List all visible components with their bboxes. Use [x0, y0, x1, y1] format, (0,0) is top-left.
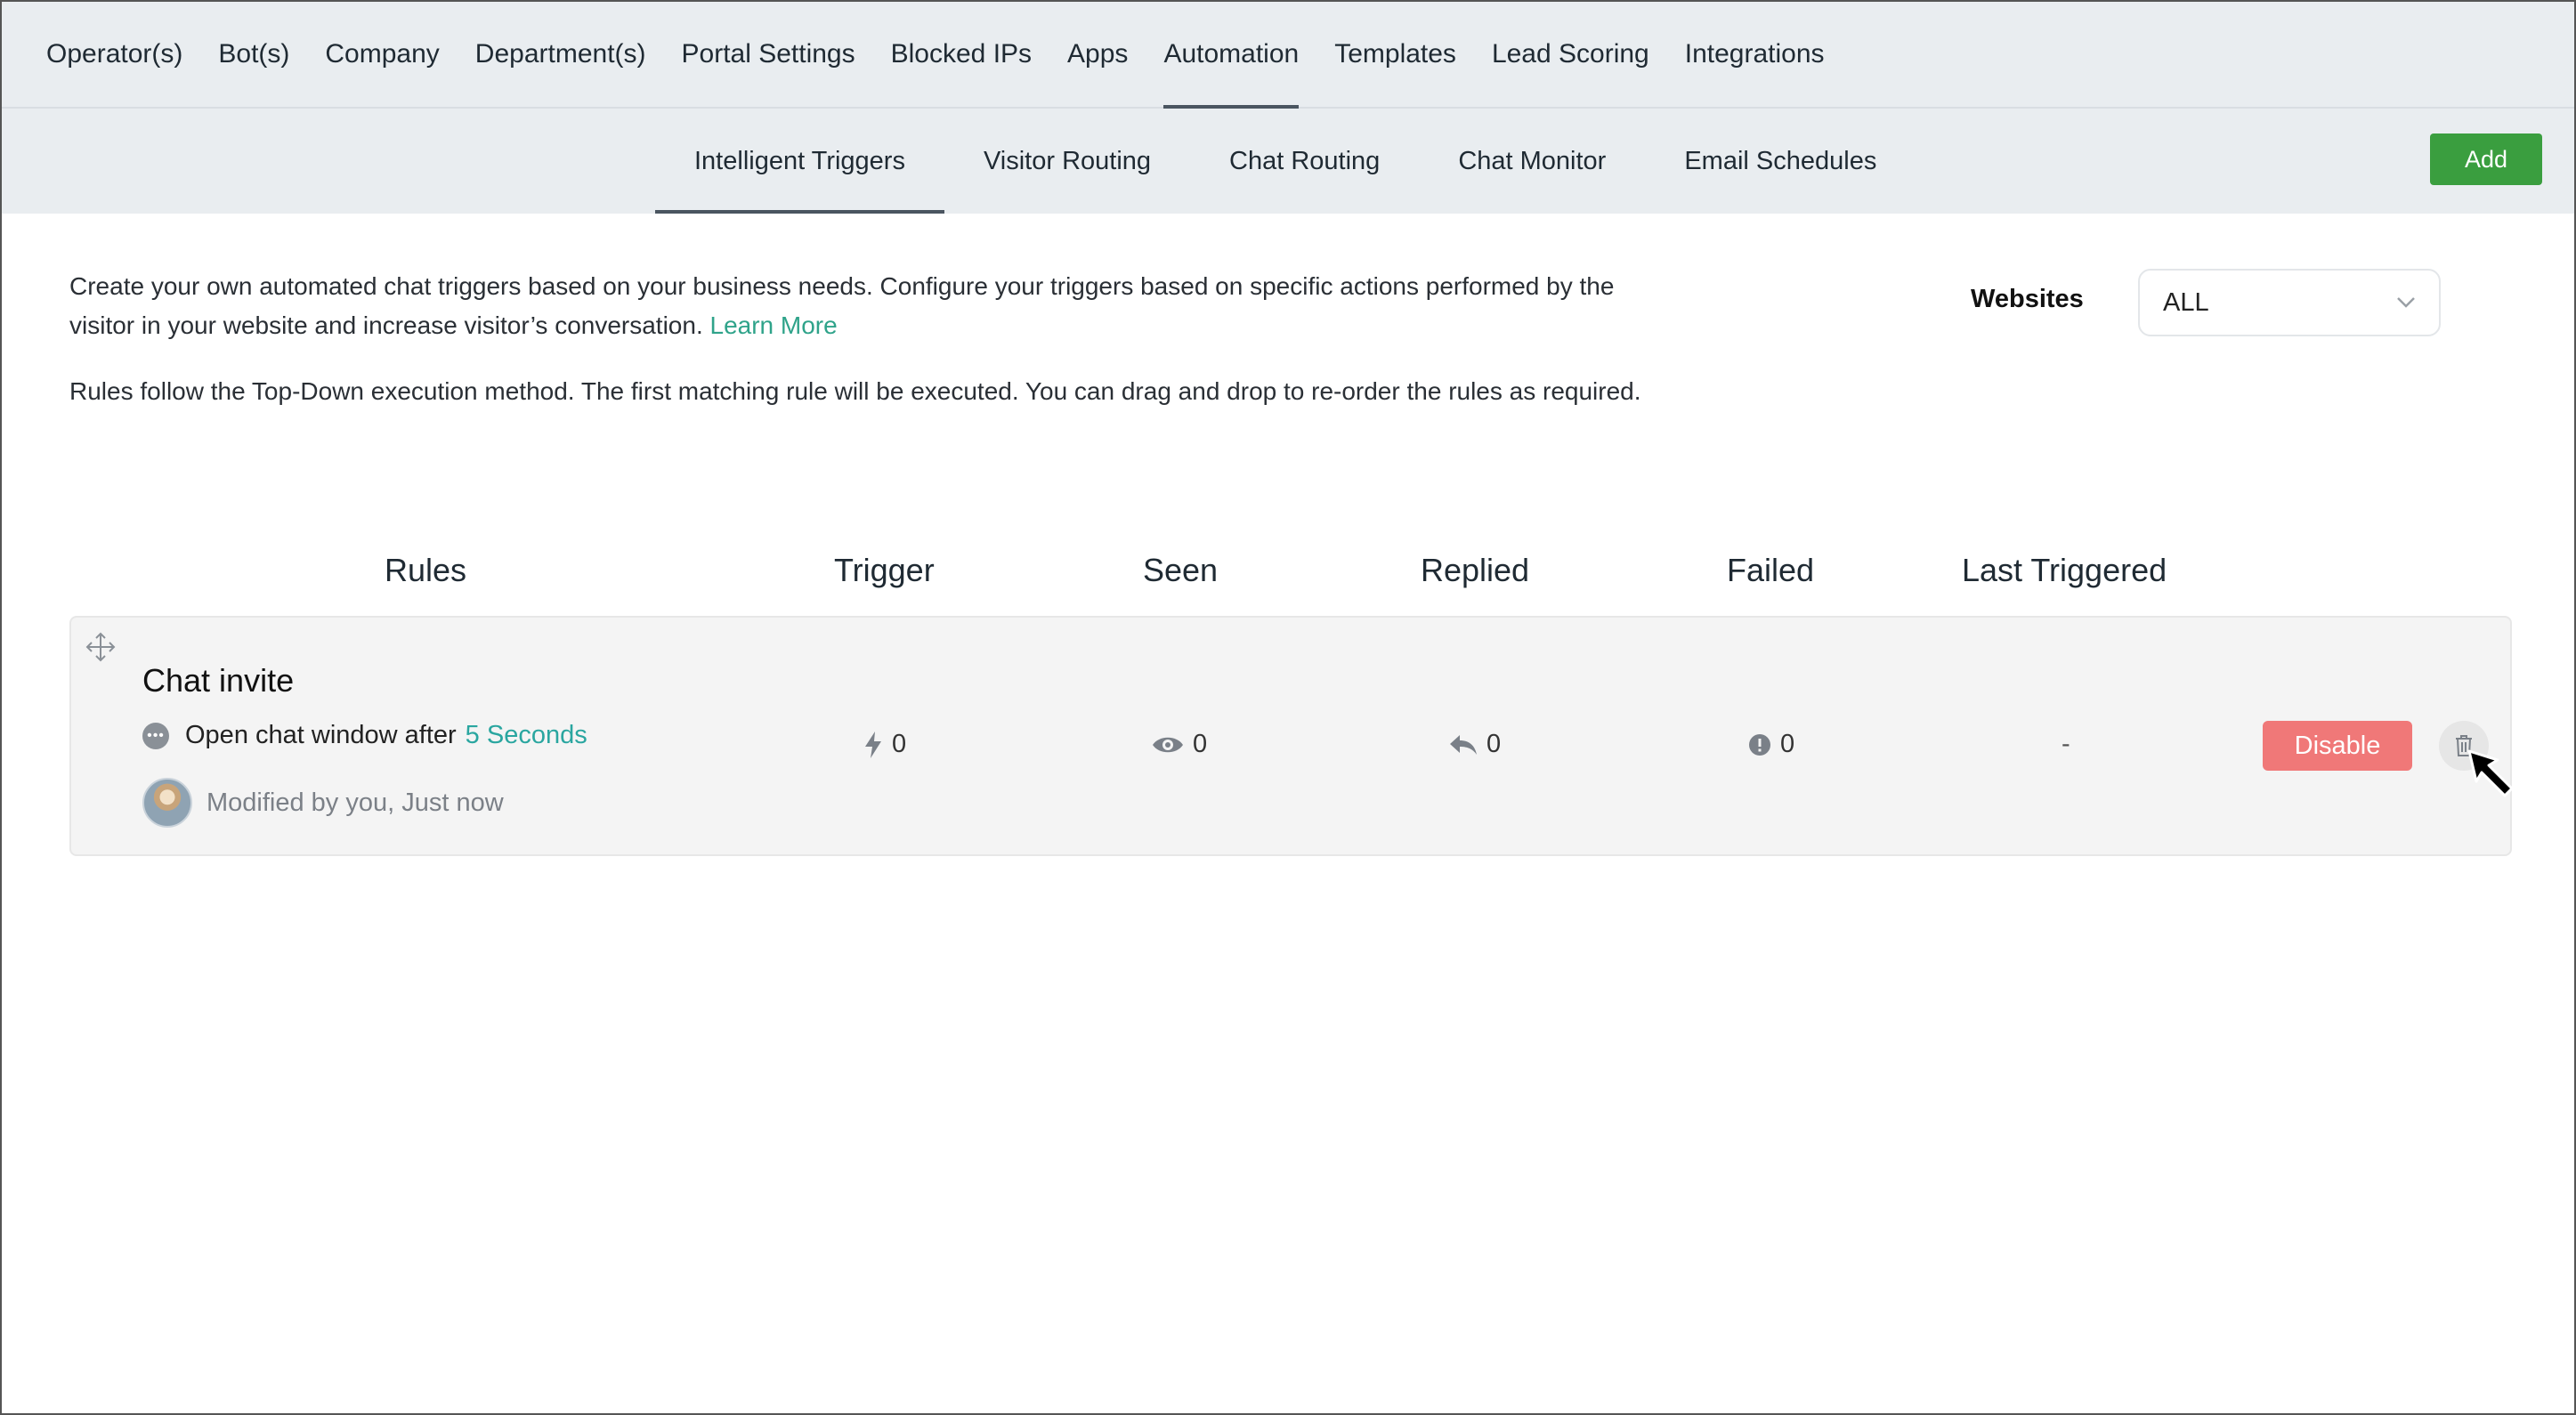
replied-value: 0: [1486, 730, 1502, 758]
seen-count: 0: [1152, 730, 1207, 759]
nav-integrations[interactable]: Integrations: [1685, 2, 1825, 107]
header-last-triggered: Last Triggered: [1962, 552, 2167, 588]
reply-icon: [1450, 734, 1477, 755]
rule-action: ••• Open chat window after 5 Seconds: [142, 721, 587, 750]
trigger-value: 0: [892, 730, 907, 758]
chat-bubble-icon: •••: [142, 722, 169, 749]
sub-navigation: Intelligent Triggers Visitor Routing Cha…: [2, 109, 2574, 214]
websites-dropdown[interactable]: ALL: [2138, 269, 2441, 336]
header-seen: Seen: [1143, 552, 1219, 588]
failed-count: 0: [1748, 730, 1794, 759]
intro-description: Create your own automated chat triggers …: [69, 267, 1654, 438]
eye-icon: [1153, 737, 1183, 752]
rule-modified-info: Modified by you, Just now: [142, 778, 504, 828]
lightning-icon: [865, 731, 881, 758]
chevron-down-icon: [2397, 297, 2415, 308]
top-navigation: Operator(s) Bot(s) Company Department(s)…: [2, 2, 2574, 109]
disable-button[interactable]: Disable: [2263, 721, 2412, 771]
header-failed: Failed: [1727, 552, 1815, 588]
nav-operators[interactable]: Operator(s): [46, 2, 182, 107]
nav-portal-settings[interactable]: Portal Settings: [682, 2, 855, 107]
websites-label: Websites: [1971, 285, 2084, 313]
rule-action-text: Open chat window after: [185, 721, 457, 749]
nav-bots[interactable]: Bot(s): [218, 2, 289, 107]
tab-intelligent-triggers[interactable]: Intelligent Triggers: [655, 109, 944, 214]
exclamation-icon: [1749, 733, 1770, 756]
tab-visitor-routing[interactable]: Visitor Routing: [944, 109, 1190, 214]
trigger-count: 0: [863, 730, 906, 759]
intro-paragraph-2: Rules follow the Top-Down execution meth…: [69, 377, 1641, 405]
intro-paragraph-1: Create your own automated chat triggers …: [69, 267, 1654, 345]
tab-chat-monitor[interactable]: Chat Monitor: [1419, 109, 1645, 214]
add-button[interactable]: Add: [2430, 133, 2542, 185]
nav-departments[interactable]: Department(s): [475, 2, 646, 107]
modified-text: Modified by you, Just now: [207, 788, 504, 817]
learn-more-link[interactable]: Learn More: [710, 311, 838, 339]
nav-apps[interactable]: Apps: [1067, 2, 1128, 107]
tab-email-schedules[interactable]: Email Schedules: [1645, 109, 1916, 214]
nav-company[interactable]: Company: [325, 2, 439, 107]
nav-templates[interactable]: Templates: [1334, 2, 1456, 107]
header-trigger: Trigger: [834, 552, 935, 588]
nav-blocked-ips[interactable]: Blocked IPs: [891, 2, 1032, 107]
sub-tabs: Intelligent Triggers Visitor Routing Cha…: [655, 109, 1916, 214]
nav-lead-scoring[interactable]: Lead Scoring: [1492, 2, 1649, 107]
rule-action-value: 5 Seconds: [465, 721, 587, 749]
header-replied: Replied: [1421, 552, 1530, 588]
seen-value: 0: [1193, 730, 1208, 758]
websites-selected-value: ALL: [2163, 287, 2209, 317]
nav-automation[interactable]: Automation: [1163, 2, 1299, 109]
last-triggered-value: -: [2062, 730, 2070, 758]
intro-text-1: Create your own automated chat triggers …: [69, 272, 1615, 339]
header-rules: Rules: [385, 552, 467, 588]
replied-count: 0: [1449, 730, 1501, 759]
move-icon[interactable]: [85, 632, 116, 662]
rule-title[interactable]: Chat invite: [142, 662, 294, 699]
failed-value: 0: [1780, 730, 1795, 758]
cursor-arrow-icon: [2467, 749, 2514, 797]
avatar: [142, 778, 192, 828]
tab-chat-routing[interactable]: Chat Routing: [1190, 109, 1419, 214]
